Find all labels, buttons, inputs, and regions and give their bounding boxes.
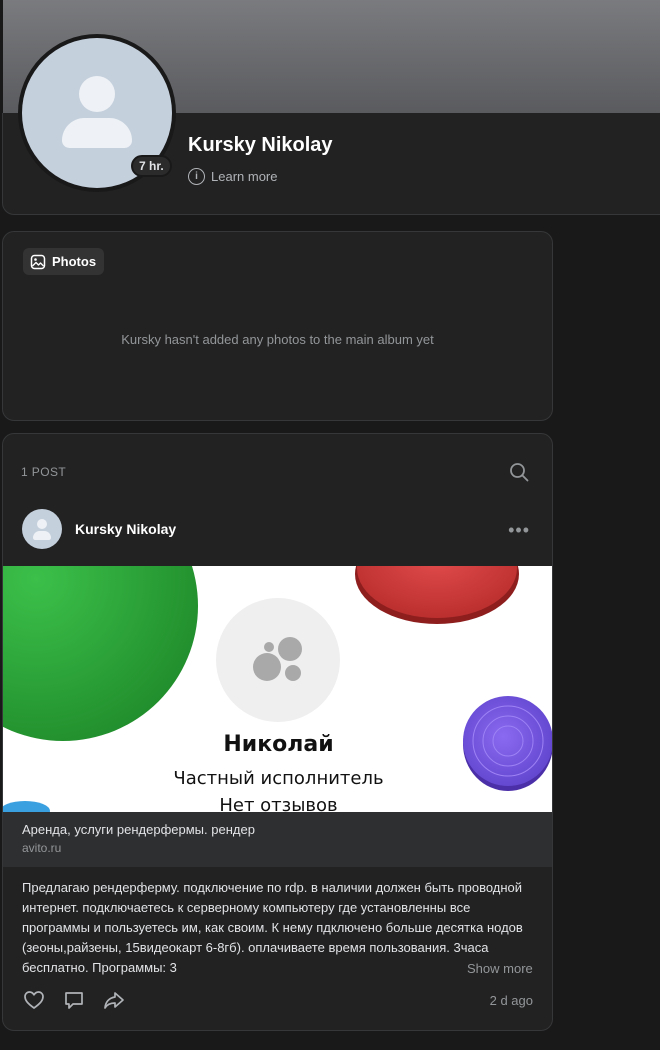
link-preview-image[interactable]: Николай Частный исполнитель Нет отзывов	[3, 566, 552, 812]
info-icon: i	[188, 168, 205, 185]
search-icon[interactable]	[508, 461, 530, 483]
link-preview-person-name: Николай	[223, 732, 334, 757]
photos-tab-label: Photos	[52, 254, 97, 269]
last-seen-badge: 7 hr.	[131, 155, 172, 177]
text-fade	[413, 961, 463, 981]
link-caption[interactable]: Аренда, услуги рендерфермы. рендер avito…	[3, 812, 552, 867]
like-heart-icon[interactable]	[23, 989, 45, 1011]
post-count: 1 POST	[21, 465, 67, 479]
share-icon[interactable]	[103, 989, 125, 1011]
more-options-icon[interactable]: •••	[508, 520, 530, 541]
show-more-link[interactable]: Show more	[463, 961, 533, 976]
profile-name: Kursky Nikolay	[188, 134, 333, 156]
link-preview-person-role: Частный исполнитель	[173, 768, 384, 789]
link-preview-reviews: Нет отзывов	[219, 795, 338, 812]
post-actions	[23, 989, 125, 1011]
posts-section: 1 POST Kursky Nikolay ••• Николай Частны…	[2, 433, 553, 1031]
post-author-avatar[interactable]	[22, 509, 62, 549]
link-title: Аренда, услуги рендерфермы. рендер	[22, 822, 255, 837]
link-domain: avito.ru	[22, 841, 62, 855]
photos-empty-message: Kursky hasn't added any photos to the ma…	[121, 332, 434, 347]
post-timestamp[interactable]: 2 d ago	[490, 993, 533, 1008]
photos-section: Photos Kursky hasn't added any photos to…	[2, 231, 553, 421]
learn-more-link[interactable]: i Learn more	[188, 168, 277, 185]
comment-icon[interactable]	[63, 989, 85, 1011]
photo-icon	[30, 254, 46, 269]
learn-more-label: Learn more	[211, 169, 278, 184]
photos-tab[interactable]: Photos	[23, 248, 105, 275]
post-author-name[interactable]: Kursky Nikolay	[75, 521, 176, 537]
